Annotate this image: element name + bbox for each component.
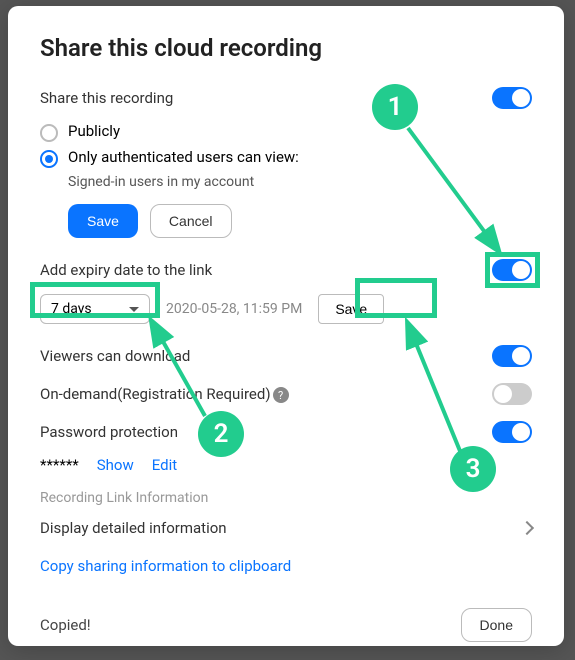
help-icon[interactable]: ? xyxy=(273,387,289,403)
viewers-download-label: Viewers can download xyxy=(40,347,190,365)
share-recording-label: Share this recording xyxy=(40,89,173,107)
share-buttons: Save Cancel xyxy=(68,204,532,238)
footer-row: Copied! Done xyxy=(40,608,532,642)
copy-info-row[interactable]: Copy sharing information to clipboard xyxy=(40,552,532,580)
password-row-header: Password protection xyxy=(40,418,532,446)
chevron-down-icon xyxy=(129,307,139,312)
password-masked: ****** xyxy=(40,456,79,474)
viewers-download-row: Viewers can download xyxy=(40,342,532,370)
on-demand-toggle[interactable] xyxy=(492,383,532,405)
radio-auth-sub: Signed-in users in my account xyxy=(68,174,532,190)
password-controls: ****** Show Edit xyxy=(40,456,532,474)
viewers-download-toggle[interactable] xyxy=(492,345,532,367)
password-label: Password protection xyxy=(40,423,178,441)
expiry-select[interactable]: 7 days xyxy=(40,294,150,324)
expiry-controls: 7 days 2020-05-28, 11:59 PM Save xyxy=(40,294,532,324)
modal-title: Share this cloud recording xyxy=(40,34,532,62)
expiry-row-header: Add expiry date to the link xyxy=(40,256,532,284)
link-info-heading: Recording Link Information xyxy=(40,490,532,506)
expiry-select-value: 7 days xyxy=(51,301,92,317)
radio-auth-circle[interactable] xyxy=(40,150,58,168)
chevron-right-icon xyxy=(520,521,534,535)
share-modal: Share this cloud recording Share this re… xyxy=(8,6,564,646)
copy-info-link[interactable]: Copy sharing information to clipboard xyxy=(40,557,291,575)
share-radio-group: Publicly Only authenticated users can vi… xyxy=(40,122,532,190)
display-detailed-row[interactable]: Display detailed information xyxy=(40,514,532,542)
radio-public-label: Publicly xyxy=(68,122,120,140)
password-edit-link[interactable]: Edit xyxy=(152,456,177,474)
done-button[interactable]: Done xyxy=(461,608,532,642)
copied-status: Copied! xyxy=(40,616,91,634)
expiry-save-button[interactable]: Save xyxy=(318,294,384,324)
save-button[interactable]: Save xyxy=(68,204,138,238)
radio-public-circle[interactable] xyxy=(40,124,58,142)
cancel-button[interactable]: Cancel xyxy=(150,204,232,238)
password-toggle[interactable] xyxy=(492,421,532,443)
expiry-timestamp: 2020-05-28, 11:59 PM xyxy=(166,301,302,317)
on-demand-label-wrap: On-demand(Registration Required)? xyxy=(40,385,289,404)
expiry-label: Add expiry date to the link xyxy=(40,261,212,279)
share-recording-toggle[interactable] xyxy=(492,87,532,109)
share-recording-row: Share this recording xyxy=(40,84,532,112)
radio-auth-label: Only authenticated users can view: xyxy=(68,148,299,166)
on-demand-label: On-demand(Registration Required) xyxy=(40,385,271,403)
display-detailed-label: Display detailed information xyxy=(40,519,227,537)
password-show-link[interactable]: Show xyxy=(97,456,134,474)
expiry-toggle[interactable] xyxy=(492,259,532,281)
radio-public[interactable]: Publicly xyxy=(40,122,532,142)
radio-auth[interactable]: Only authenticated users can view: xyxy=(40,148,532,168)
on-demand-row: On-demand(Registration Required)? xyxy=(40,380,532,408)
